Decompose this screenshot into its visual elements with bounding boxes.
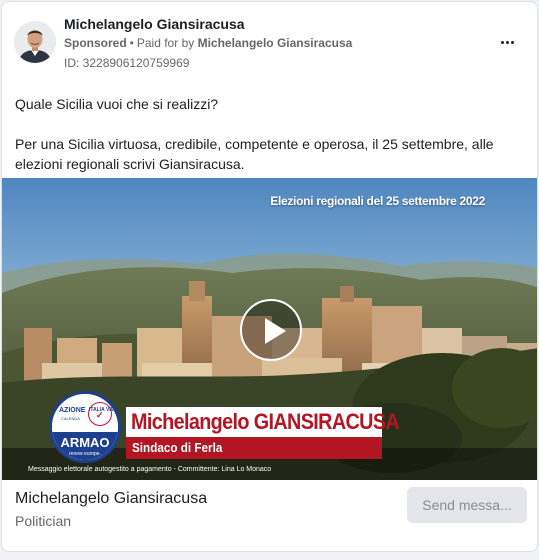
electoral-disclaimer: Messaggio elettorale autogestito a pagam… [28, 466, 272, 473]
sponsored-line: Sponsored • Paid for by Michelangelo Gians… [64, 36, 352, 50]
paid-for-label: Paid for by [136, 36, 195, 50]
logo-text-calenda: CALENDA [61, 416, 80, 421]
more-options-button[interactable] [495, 32, 519, 52]
election-caption: Elezioni regionali del 25 settembre 2022 [270, 194, 485, 208]
avatar[interactable] [14, 21, 56, 63]
page-name[interactable]: Michelangelo Giansiracusa [64, 16, 245, 32]
candidate-name: Michelangelo GIANSIRACUSA [131, 409, 400, 434]
logo-text-armao: ARMAO [60, 435, 110, 450]
sponsored-label: Sponsored [64, 36, 127, 50]
ad-card: Michelangelo Giansiracusa Sponsored • Paid… [1, 1, 538, 552]
play-button[interactable] [240, 299, 302, 361]
ad-footer: Michelangelo Giansiracusa Politician Sen… [2, 480, 537, 551]
ad-id: ID: 3228906120759969 [64, 56, 190, 70]
party-logo: AZIONE CALENDA ITALIA VIVA ✓ ARMAO renew… [49, 391, 121, 463]
video-player[interactable]: Elezioni regionali del 25 settembre 2022… [2, 178, 537, 480]
avatar-portrait [14, 21, 56, 63]
post-body-line: Per una Sicilia virtuosa, credibile, com… [15, 136, 494, 172]
page-category: Politician [15, 513, 72, 529]
payer-name[interactable]: Michelangelo Giansiracusa [198, 36, 353, 50]
play-icon [265, 318, 286, 344]
send-message-button[interactable]: Send messa... [407, 487, 527, 523]
check-icon: ✓ [96, 410, 104, 420]
post-body-line: Quale Sicilia vuoi che si realizzi? [15, 96, 219, 112]
logo-text-azione: AZIONE [59, 407, 86, 414]
separator-dot: • [129, 36, 134, 50]
candidate-name-banner: Michelangelo GIANSIRACUSA [126, 407, 400, 437]
candidate-role: Sindaco di Ferla [132, 440, 223, 455]
footer-page-name[interactable]: Michelangelo Giansiracusa [15, 490, 207, 508]
logo-text-europa: renew europe. [69, 451, 101, 457]
candidate-role-banner: Sindaco di Ferla [126, 437, 382, 459]
more-horizontal-icon [500, 40, 504, 44]
post-header: Michelangelo Giansiracusa Sponsored • Paid… [2, 2, 537, 80]
